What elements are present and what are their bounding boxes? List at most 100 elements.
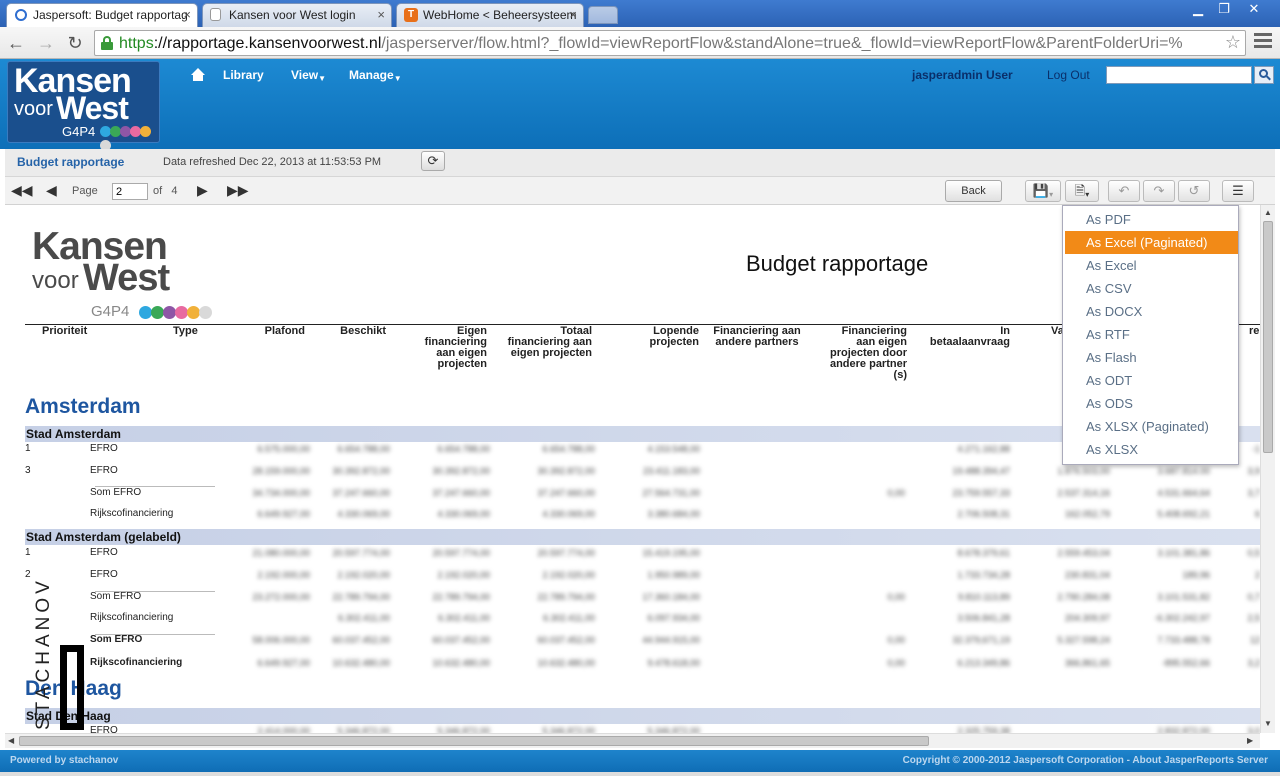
options-button[interactable]: ☰ [1222,180,1254,202]
row-value: 0,00 [887,658,905,668]
reload-icon[interactable]: ↻ [63,31,87,55]
page-count: of 4 [153,185,178,197]
subgroup-band: Stad Den Haag [25,708,1260,724]
browser-tab-jaspersoft[interactable]: Jaspersoft: Budget rapportag × [6,3,198,27]
row-value: 4.153.548,00 [647,444,700,454]
close-icon[interactable]: × [183,4,191,26]
logo-dot [140,126,151,137]
nav-view[interactable]: View▼ [291,68,326,83]
nav-library[interactable]: Library [223,68,264,82]
save-button[interactable]: 💾▾ [1025,180,1061,202]
export-option-as-docx[interactable]: As DOCX [1063,300,1238,323]
row-value: 5.346.872,00 [542,726,595,733]
search-button[interactable] [1254,66,1274,84]
export-option-as-flash[interactable]: As Flash [1063,346,1238,369]
kansen-voor-west-logo: Kansen voor West G4P4 [7,61,160,151]
row-value: 2.559.453,04 [1057,548,1110,558]
back-arrow-icon[interactable]: ← [4,31,28,55]
row-value: 6.097.934,00 [647,613,700,623]
vertical-scrollbar[interactable]: ▲ ▼ [1260,205,1275,733]
browser-menu-icon[interactable] [1254,33,1272,51]
prev-page-icon[interactable]: ◀ [46,182,57,199]
export-option-as-csv[interactable]: As CSV [1063,277,1238,300]
row-value: 3,0 [1247,726,1260,733]
bookmark-star-icon[interactable]: ☆ [1225,32,1241,53]
next-page-icon[interactable]: ▶ [197,182,208,199]
row-value: 230.831,04 [1064,570,1110,580]
table-row: EFRO 2.414.000,00 5.346.872,00 5.346.872,00… [5,725,1260,733]
address-bar[interactable]: https://rapportage.kansenvoorwest.nl/jas… [94,30,1246,56]
browser-tab-webhome[interactable]: T WebHome < Beheersysteem × [396,3,584,27]
export-option-as-ods[interactable]: As ODS [1063,392,1238,415]
row-value: 6.654.788,00 [437,444,490,454]
undo-button[interactable]: ↶ [1108,180,1140,202]
browser-tab-login[interactable]: Kansen voor West login × [202,3,392,27]
row-value: 9.810.113,89 [958,592,1010,602]
report-pager-toolbar: ◀◀ ◀ Page of 4 ▶ ▶▶ Back 💾▾ 🗎▾ ↶ ↷ ↺ ☰ [5,177,1275,205]
reset-button[interactable]: ↺ [1178,180,1210,202]
table-row: Rijkscofinanciering 6.649.927,00 10.632.48… [5,657,1260,673]
export-option-as-xlsx[interactable]: As XLSX [1063,438,1238,461]
copyright[interactable]: Copyright © 2000-2012 Jaspersoft Corpora… [903,750,1268,772]
row-value: 10.632.480,00 [332,658,390,668]
export-option-as-pdf[interactable]: As PDF [1063,208,1238,231]
window-bottom [0,772,1280,776]
scroll-right-icon: ▶ [1247,736,1254,745]
redo-button[interactable]: ↷ [1143,180,1175,202]
row-value: 3.687.814.00 [1157,466,1210,476]
last-page-icon[interactable]: ▶▶ [227,182,249,199]
chevron-down-icon: ▼ [393,74,402,83]
window-close-icon[interactable]: ✕ [1240,0,1268,18]
row-value: 6.654.788,00 [337,444,390,454]
export-option-as-rtf[interactable]: As RTF [1063,323,1238,346]
row-value: 30.392.872,00 [537,466,595,476]
row-value: 6.302.411,00 [338,613,390,623]
export-button[interactable]: 🗎▾ [1065,180,1099,202]
close-icon[interactable]: × [377,4,385,26]
row-value: 0,00 [887,635,905,645]
new-tab-button[interactable] [588,6,618,24]
row-value: 0,00 [887,488,905,498]
row-value: 4.531.664,64 [1157,488,1210,498]
export-option-as-excel[interactable]: As Excel [1063,254,1238,277]
url-text[interactable]: https://rapportage.kansenvoorwest.nl/jas… [119,35,1189,53]
column-header: Financiering aan eigen projecten door an… [829,325,907,381]
restore-icon[interactable]: ❐ [1210,0,1238,18]
nav-manage[interactable]: Manage▼ [349,68,402,83]
refresh-button[interactable]: ⟳ [421,151,445,171]
row-value: 2.192.020,00 [337,570,390,580]
row-type: Som EFRO [90,487,142,498]
scroll-thumb[interactable] [1263,221,1273,453]
report-title: Budget rapportage [17,155,125,169]
back-button[interactable]: Back [945,180,1002,202]
horizontal-scrollbar[interactable]: ◀ ▶ [5,733,1260,748]
export-option-as-xlsx-paginated[interactable]: As XLSX (Paginated) [1063,415,1238,438]
table-row: Rijkscofinanciering 6.302.411,00 6.302.411… [5,612,1260,628]
row-value: 6.654.788,00 [542,444,595,454]
column-header: Type [173,325,198,337]
row-value: 3,7 [1247,488,1260,498]
page-number-input[interactable] [112,183,148,200]
row-value: 3,2 [1247,658,1260,668]
forward-arrow-icon[interactable]: → [34,31,58,55]
row-prioriteit: 1 [25,547,31,558]
scroll-thumb[interactable] [19,736,929,746]
export-option-as-odt[interactable]: As ODT [1063,369,1238,392]
minimize-icon[interactable]: ▁ [1184,0,1212,18]
row-value: 20.597.774,00 [432,548,490,558]
row-value: 37.247.660,00 [432,488,490,498]
logout-link[interactable]: Log Out [1047,68,1090,82]
row-value: 3.380.684,00 [647,509,700,519]
table-row: Rijkscofinanciering 6.649.927,00 4.330.069… [5,508,1260,524]
row-type: EFRO [90,465,118,476]
home-icon[interactable] [190,68,206,82]
stachanov-watermark: STACHANOV [27,560,84,733]
row-value: -895.552,66 [1161,658,1210,668]
close-icon[interactable]: × [569,4,577,26]
first-page-icon[interactable]: ◀◀ [11,182,33,199]
row-type: EFRO [90,443,118,454]
search-input[interactable] [1106,66,1252,84]
row-value: 162.052,79 [1064,509,1110,519]
row-value: 3.506.841,28 [957,613,1010,623]
export-option-as-excel-paginated[interactable]: As Excel (Paginated) [1065,231,1238,254]
